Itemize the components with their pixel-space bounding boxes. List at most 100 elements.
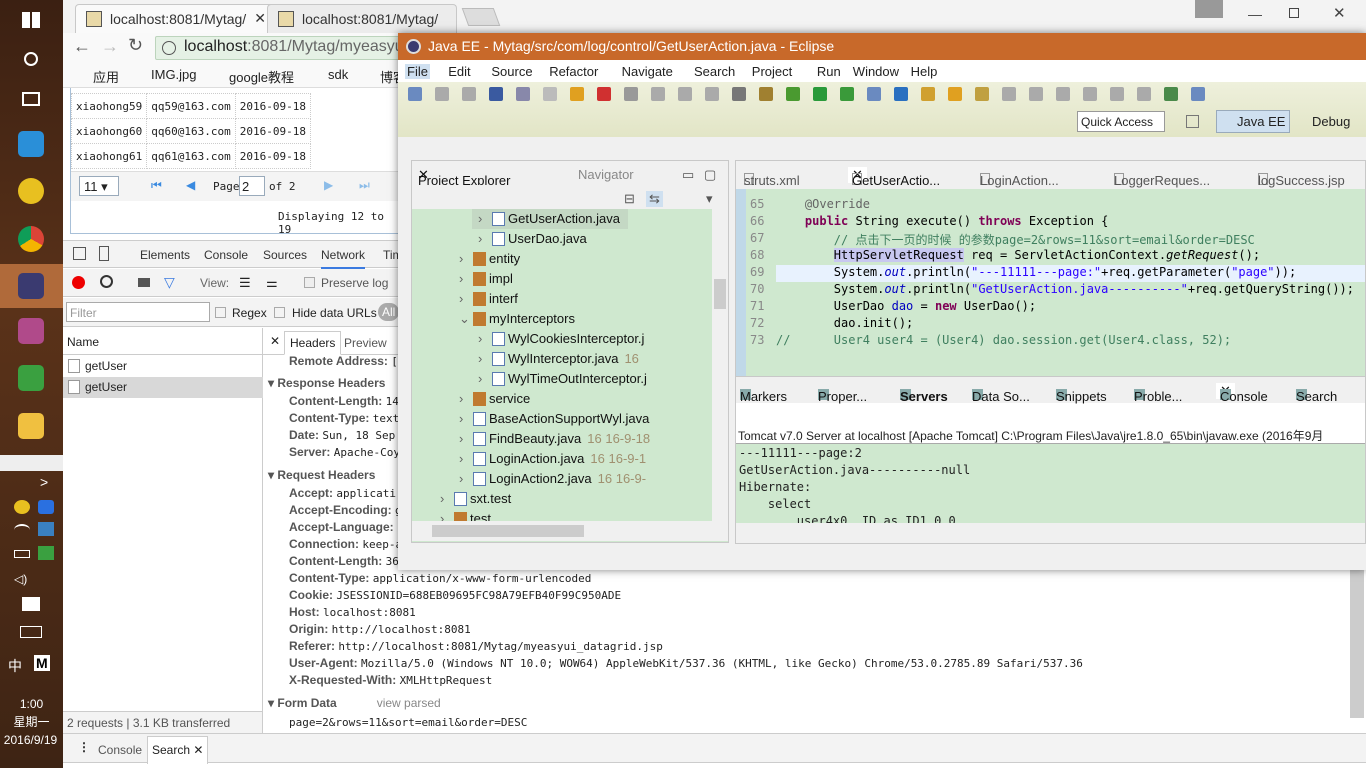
chevron-right-icon[interactable]: › [459,451,463,466]
toolbar-button-icon[interactable] [921,87,935,101]
browser-tab-active[interactable]: localhost:8081/Mytag/ ✕ [75,4,275,33]
tree-item[interactable]: › test [434,509,499,521]
evernote-tray-icon[interactable] [38,546,54,560]
tab-preview[interactable]: Preview [344,336,387,350]
last-page-icon[interactable]: ⏭ [359,178,370,193]
inspect-icon[interactable] [73,247,86,260]
name-column-header[interactable]: Name [63,328,263,355]
collapse-all-icon[interactable]: ⊟ [624,191,635,207]
back-icon[interactable]: ← [73,36,91,57]
tree-item[interactable]: › impl [453,269,521,289]
menu-window[interactable]: Window [853,64,899,79]
filter-icon[interactable]: ▽ [164,274,175,291]
search-icon[interactable] [24,52,38,66]
tray-expand-icon[interactable]: > [40,474,48,490]
toolbar-button-icon[interactable] [1110,87,1124,101]
tree-item[interactable]: › LoginAction.java 16 16-9-1 [453,449,648,469]
toolbar-button-icon[interactable] [1137,87,1151,101]
reload-icon[interactable]: ↻ [128,35,143,56]
tab-project-explorer[interactable]: Project Explorer ✕ [418,167,510,188]
chevron-right-icon[interactable]: › [459,471,463,486]
capture-screenshots-icon[interactable] [138,278,150,287]
view-parsed-link[interactable]: view parsed [377,696,441,710]
view-menu-icon[interactable]: ▾ [706,191,713,207]
start-icon[interactable] [22,12,40,28]
tree-item[interactable]: › BaseActionSupportWyl.java [453,409,657,429]
tree-item[interactable]: › UserDao.java [472,229,595,249]
toolbar-button-icon[interactable] [732,87,746,101]
toolbar-button-icon[interactable] [786,87,800,101]
code-line[interactable]: HttpServletRequest req = ServletActionCo… [776,248,1260,262]
code-line[interactable]: UserDao dao = new UserDao(); [776,299,1036,313]
toolbar-button-icon[interactable] [813,87,827,101]
ime-mode[interactable]: M [34,655,50,671]
open-perspective-icon[interactable] [1186,115,1199,128]
tab-elements[interactable]: Elements [140,248,190,262]
toolbar-button-icon[interactable] [462,87,476,101]
drawer-menu-icon[interactable]: ⋮ [78,740,90,754]
toolbar-button-icon[interactable] [840,87,854,101]
chevron-right-icon[interactable]: › [459,391,463,406]
chevron-right-icon[interactable]: › [478,351,482,366]
tab-sources[interactable]: Sources [263,248,307,262]
network-icon[interactable] [38,522,54,536]
grid-row[interactable]: xiaohong60 qq60@163.com 2016-09-18 [70,118,311,144]
minimize-button[interactable]: — [1248,6,1262,22]
menu-project[interactable]: Project [752,64,792,79]
link-editor-icon[interactable]: ⇆ [646,191,663,207]
tab-console[interactable]: Console [204,248,248,262]
tree-item[interactable]: › service [453,389,538,409]
request-row-selected[interactable]: getUser [63,377,263,398]
toolbar-button-icon[interactable] [1083,87,1097,101]
preserve-log-checkbox[interactable] [304,277,315,288]
chrome-icon[interactable] [18,226,44,252]
record-icon[interactable] [72,276,85,289]
toolbar-button-icon[interactable] [597,87,611,101]
toolbar-button-icon[interactable] [624,87,638,101]
code-line[interactable]: public String execute() throws Exception… [776,214,1108,228]
request-row[interactable]: getUser [63,356,263,377]
close-details-icon[interactable]: ✕ [270,334,280,348]
maximize-button[interactable] [1289,8,1299,18]
tree-item[interactable]: › sxt.test [434,489,519,509]
device-icon[interactable] [99,246,109,261]
chevron-right-icon[interactable]: › [459,291,463,306]
tree-vertical-scrollbar[interactable] [712,209,728,521]
menu-search[interactable]: Search [694,64,735,79]
close-window-button[interactable]: ✕ [1333,4,1346,22]
tree-item[interactable]: › GetUserAction.java [472,209,628,229]
menu-help[interactable]: Help [911,64,938,79]
devtools-scrollbar[interactable] [1350,570,1364,718]
chevron-right-icon[interactable]: › [478,371,482,386]
toolbar-button-icon[interactable] [1029,87,1043,101]
overview-icon[interactable]: ⚌ [266,275,278,291]
keyboard-icon[interactable] [20,626,42,638]
browser-tab[interactable]: localhost:8081/Mytag/ [267,4,457,33]
toolbar-button-icon[interactable] [516,87,530,101]
toolbar-button-icon[interactable] [948,87,962,101]
perspective-debug[interactable]: Debug [1296,114,1350,129]
code-line[interactable]: System.out.println("GetUserAction.java--… [776,282,1354,296]
battery-icon[interactable] [14,550,30,558]
notification-icon[interactable] [22,597,40,611]
toolbar-button-icon[interactable] [894,87,908,101]
tree-item[interactable]: › WylInterceptor.java 16 [472,349,641,369]
toolbar-button-icon[interactable] [435,87,449,101]
chevron-right-icon[interactable]: › [459,271,463,286]
bookmark-sdk[interactable]: sdk [328,67,348,82]
tree-horizontal-scrollbar[interactable] [412,521,728,541]
app-icon[interactable] [18,131,44,157]
filter-all-button[interactable]: All [378,303,400,321]
large-rows-icon[interactable]: ☰ [239,275,251,291]
menu-source[interactable]: Source [491,64,532,79]
forward-icon[interactable]: → [101,36,119,57]
tree-item[interactable]: › FindBeauty.java 16 16-9-18 [453,429,652,449]
view-tab-console[interactable]: Console ✕ [1216,383,1268,404]
database-icon[interactable] [18,318,44,344]
chevron-right-icon[interactable]: › [440,491,444,506]
chevron-right-icon[interactable]: › [459,251,463,266]
toolbar-button-icon[interactable] [1164,87,1178,101]
form-data-toggle[interactable]: ▾ Form Data view parsed [268,696,441,710]
file-explorer-icon[interactable] [18,413,44,439]
tab-headers[interactable]: Headers [284,331,342,355]
